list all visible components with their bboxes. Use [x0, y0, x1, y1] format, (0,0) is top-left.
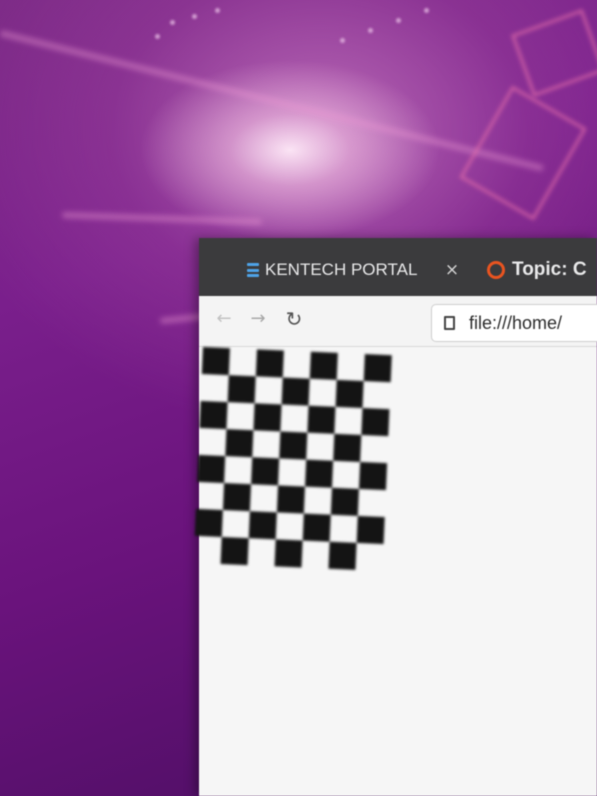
checker-square [328, 541, 357, 570]
list-icon [247, 263, 259, 277]
wallpaper-streak [61, 212, 262, 225]
navigation-toolbar: ← → ↻ file:///home/ [199, 296, 597, 347]
checker-square [251, 457, 280, 486]
wallpaper-dot [155, 34, 160, 39]
checker-square [222, 483, 252, 512]
checker-square [309, 351, 338, 380]
tab-bar: KENTECH PORTAL × Topic: C [199, 238, 597, 296]
wallpaper-streak [0, 30, 545, 172]
checker-square [279, 431, 308, 460]
page-content [194, 347, 597, 796]
checker-square [307, 405, 336, 434]
forward-button[interactable]: → [245, 306, 271, 332]
checker-square [194, 508, 223, 537]
wallpaper-dot [368, 28, 373, 33]
wallpaper-dot [396, 18, 401, 23]
checker-square [302, 513, 331, 542]
checker-square [281, 377, 310, 406]
checker-square [363, 354, 392, 383]
checker-square [225, 429, 254, 458]
checker-square [330, 487, 359, 516]
checker-square [333, 433, 362, 462]
wallpaper-dot [215, 8, 220, 13]
tab-kentech-portal[interactable]: KENTECH PORTAL [247, 250, 417, 290]
reload-button[interactable]: ↻ [281, 306, 307, 332]
checker-square [220, 536, 249, 566]
wallpaper-dot [424, 8, 429, 13]
checker-square [358, 461, 388, 491]
checker-square [361, 408, 390, 437]
close-icon[interactable]: × [443, 254, 461, 286]
checker-square [253, 403, 282, 432]
address-bar[interactable]: file:///home/ [431, 304, 597, 342]
wallpaper-dot [192, 14, 197, 19]
tab-label: KENTECH PORTAL [265, 260, 418, 279]
checker-square [199, 400, 228, 430]
tab-topic[interactable]: Topic: C [487, 250, 587, 290]
checker-square [255, 349, 284, 378]
wallpaper-shard [459, 85, 587, 221]
checker-square [248, 511, 277, 540]
wallpaper-dot [340, 38, 345, 43]
checker-square [201, 347, 230, 376]
checker-square [335, 379, 364, 409]
browser-window: KENTECH PORTAL × Topic: C ← → ↻ file:///… [194, 238, 597, 796]
checker-square [276, 485, 306, 514]
tab-label: Topic: C [512, 259, 587, 280]
address-text: file:///home/ [469, 312, 563, 333]
wallpaper-shard [511, 8, 597, 98]
checker-square [197, 454, 226, 484]
checker-square [227, 375, 256, 404]
checker-square [305, 459, 334, 488]
ubuntu-icon [487, 261, 505, 279]
wallpaper-dot [170, 20, 175, 25]
back-button[interactable]: ← [211, 306, 237, 332]
page-icon [444, 316, 455, 330]
checker-square [356, 515, 385, 545]
checker-square [274, 539, 303, 568]
